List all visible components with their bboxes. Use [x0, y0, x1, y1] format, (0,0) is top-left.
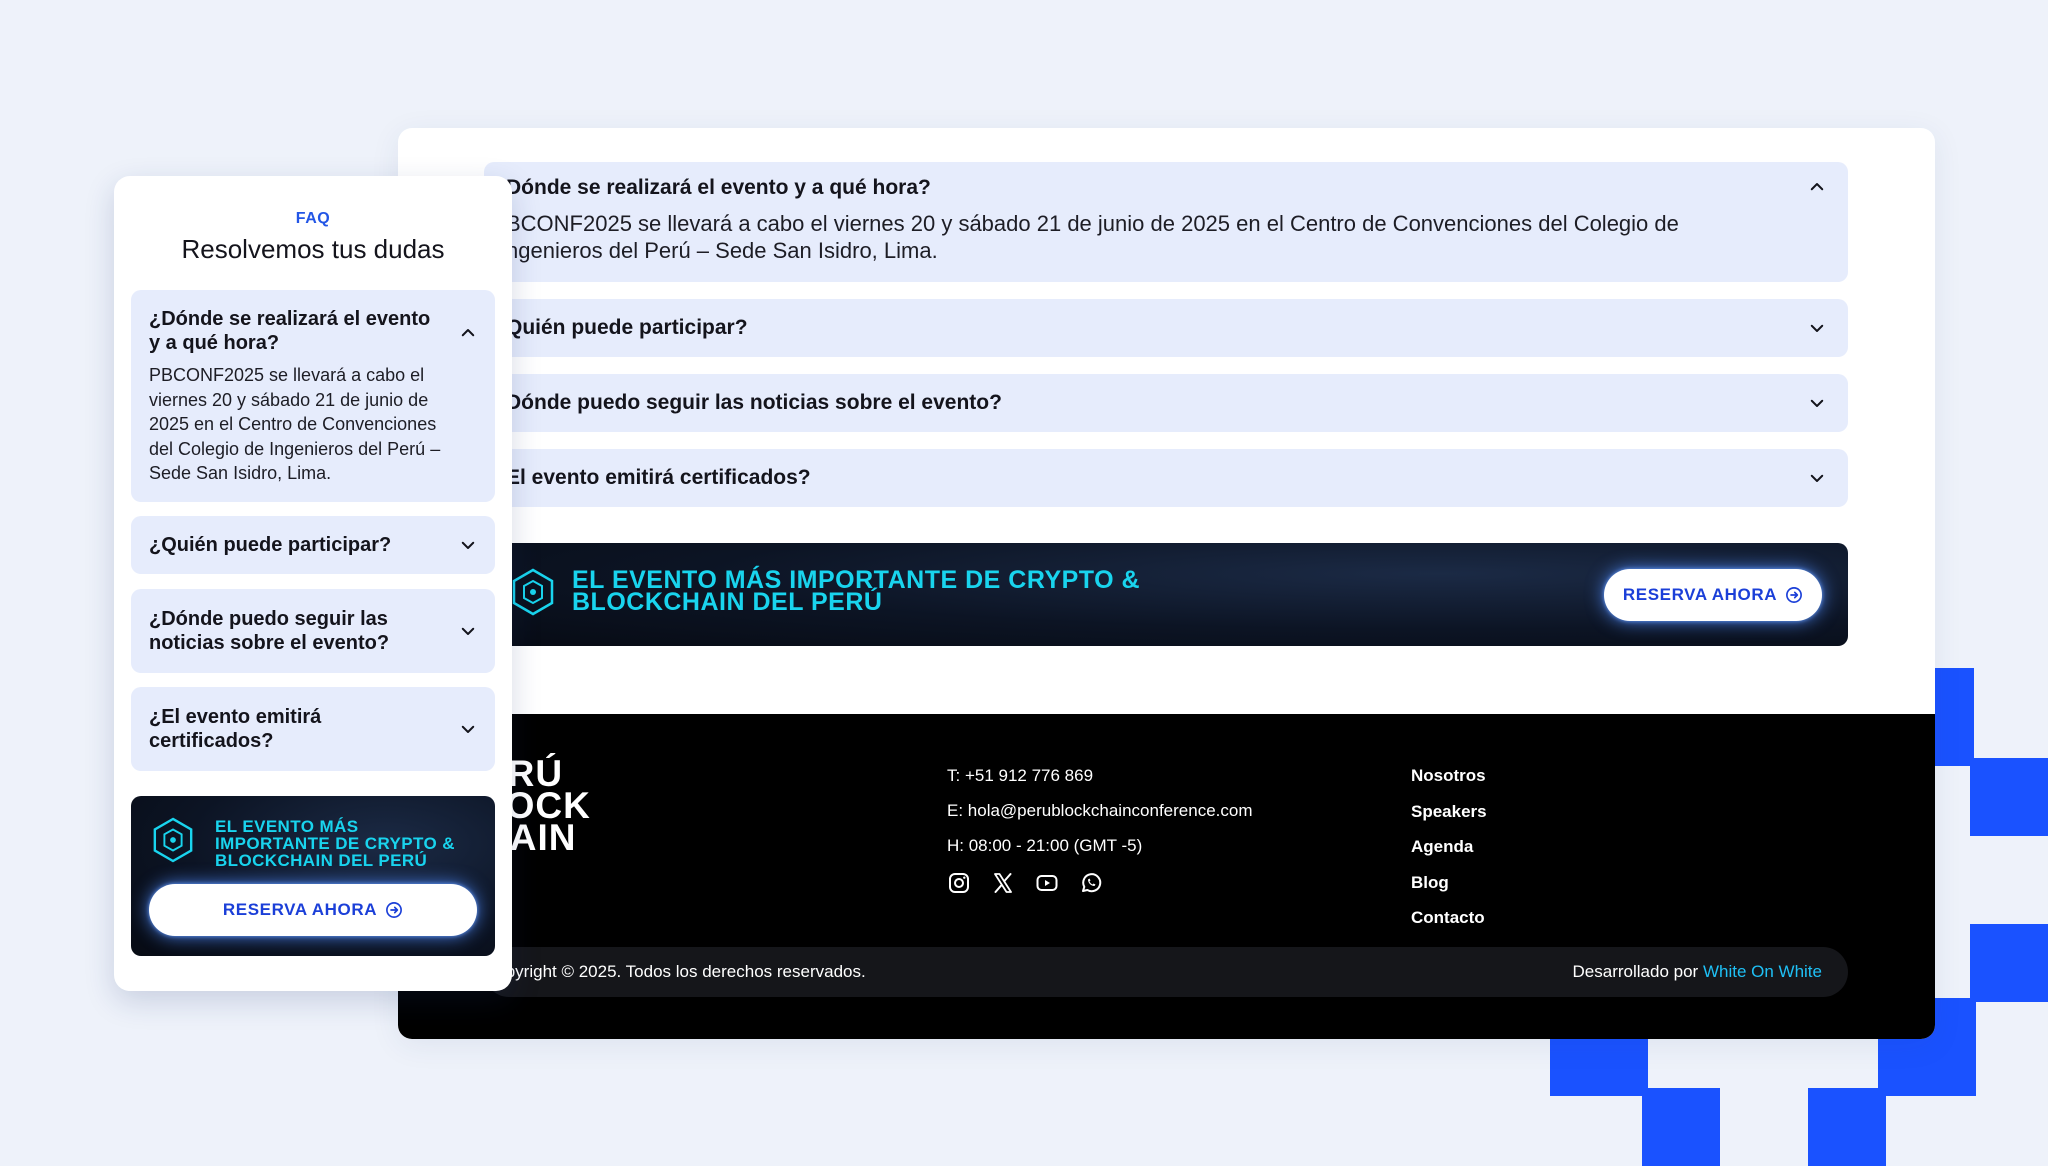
faq-question: Quién puede participar?: [506, 316, 748, 339]
mobile-preview: FAQ Resolvemos tus dudas ¿Dónde se reali…: [114, 176, 512, 991]
footer-link-blog[interactable]: Blog: [1411, 865, 1487, 901]
chevron-down-icon[interactable]: [1808, 469, 1826, 487]
faq-question: El evento emitirá certificados?: [506, 466, 811, 489]
faq-accordion: Dónde se realizará el evento y a qué hor…: [484, 162, 1848, 524]
arrow-circle-right-icon: [386, 902, 403, 918]
decor-pixel-block: [1808, 1088, 1886, 1166]
faq-answer: BCONF2025 se llevará a cabo el viernes 2…: [506, 210, 1778, 264]
chevron-up-icon[interactable]: [459, 324, 477, 342]
faq-answer: PBCONF2025 se llevará a cabo el viernes …: [149, 365, 441, 483]
banner-headline: EL EVENTO MÁS IMPORTANTE DE CRYPTO & BLO…: [572, 568, 1212, 616]
banner-headline-line: BLOCKCHAIN DEL PERÚ: [572, 588, 883, 616]
footer-link-contacto[interactable]: Contacto: [1411, 900, 1487, 936]
decor-pixel-block: [1970, 924, 2048, 1002]
reserve-now-button[interactable]: RESERVA AHORA: [149, 884, 477, 936]
youtube-icon[interactable]: [1035, 871, 1059, 895]
decor-pixel-block: [1970, 758, 2048, 836]
faq-item[interactable]: Dónde puedo seguir las noticias sobre el…: [484, 374, 1848, 432]
banner-headline: EL EVENTO MÁS IMPORTANTE DE CRYPTO & BLO…: [215, 818, 477, 869]
chevron-down-icon[interactable]: [459, 720, 477, 738]
chevron-up-icon[interactable]: [1808, 178, 1826, 196]
faq-item[interactable]: Quién puede participar?: [484, 299, 1848, 357]
footer-nav: Nosotros Speakers Agenda Blog Contacto: [1411, 758, 1487, 936]
contact-hours: H: 08:00 - 21:00 (GMT -5): [947, 836, 1143, 855]
faq-answer-line: ngenieros del Perú – Sede San Isidro, Li…: [506, 238, 938, 263]
contact-phone[interactable]: T: +51 912 776 869: [947, 758, 1253, 793]
instagram-icon[interactable]: [947, 871, 971, 895]
developer-link[interactable]: White On White: [1703, 962, 1822, 981]
reserve-now-label: RESERVA AHORA: [222, 900, 378, 919]
faq-question: Dónde puedo seguir las noticias sobre el…: [506, 391, 1002, 414]
footer-link-agenda[interactable]: Agenda: [1411, 829, 1487, 865]
desktop-preview: Dónde se realizará el evento y a qué hor…: [398, 128, 1935, 1039]
faq-question: ¿Dónde puedo seguir las noticias sobre e…: [149, 608, 390, 654]
developer-credit-prefix: Desarrollado por: [1572, 962, 1699, 981]
banner-headline-line: EL EVENTO MÁS: [215, 817, 359, 836]
section-tag: FAQ: [295, 210, 331, 227]
reserve-now-label: RESERVA AHORA: [1622, 585, 1778, 604]
banner-headline-line: IMPORTANTE DE CRYPTO &: [215, 834, 455, 853]
footer-link-speakers[interactable]: Speakers: [1411, 794, 1487, 830]
x-icon[interactable]: [991, 871, 1015, 895]
arrow-circle-right-icon: [1786, 587, 1803, 603]
decor-pixel-block: [1642, 1088, 1720, 1166]
promo-banner: EL EVENTO MÁS IMPORTANTE DE CRYPTO & BLO…: [131, 796, 495, 956]
site-footer: ERÚ LOCK HAIN T: +51 912 776 869 E: hola…: [398, 714, 1935, 1039]
faq-answer-line: BCONF2025 se llevará a cabo el viernes 2…: [506, 211, 1679, 236]
footer-contact: T: +51 912 776 869 E: hola@perublockchai…: [947, 758, 1253, 895]
faq-item[interactable]: Dónde se realizará el evento y a qué hor…: [484, 162, 1848, 282]
decor-pixel-block: [1934, 668, 1974, 766]
whatsapp-icon[interactable]: [1079, 871, 1103, 895]
contact-email[interactable]: E: hola@perublockchainconference.com: [947, 793, 1253, 828]
faq-item[interactable]: ¿Quién puede participar?: [131, 516, 495, 574]
copyright-bar: Copyright © 2025. Todos los derechos res…: [484, 947, 1848, 997]
faq-item[interactable]: ¿El evento emitirá certificados?: [131, 687, 495, 771]
faq-question: ¿Quién puede participar?: [149, 534, 392, 556]
decor-pixel-block: [1550, 1038, 1648, 1096]
chevron-down-icon[interactable]: [1808, 319, 1826, 337]
hexagon-network-icon: [512, 568, 554, 616]
developer-credit: Desarrollado por White On White: [1573, 962, 1822, 982]
faq-question: Dónde se realizará el evento y a qué hor…: [506, 176, 931, 199]
faq-question: ¿Dónde se realizará el evento y a qué ho…: [149, 308, 431, 354]
reserve-now-button[interactable]: RESERVA AHORA: [1604, 569, 1822, 621]
chevron-down-icon[interactable]: [459, 622, 477, 640]
section-title: Resolvemos tus dudas: [181, 234, 445, 264]
faq-item[interactable]: El evento emitirá certificados?: [484, 449, 1848, 507]
footer-link-nosotros[interactable]: Nosotros: [1411, 758, 1487, 794]
faq-item[interactable]: ¿Dónde se realizará el evento y a qué ho…: [131, 290, 495, 502]
copyright-text: Copyright © 2025. Todos los derechos res…: [484, 962, 866, 981]
faq-item[interactable]: ¿Dónde puedo seguir las noticias sobre e…: [131, 589, 495, 673]
chevron-down-icon[interactable]: [459, 536, 477, 554]
faq-question: ¿El evento emitirá certificados?: [149, 706, 322, 752]
hexagon-network-icon: [153, 817, 193, 863]
chevron-down-icon[interactable]: [1808, 394, 1826, 412]
promo-banner: EL EVENTO MÁS IMPORTANTE DE CRYPTO & BLO…: [484, 543, 1848, 646]
banner-headline-line: BLOCKCHAIN DEL PERÚ: [215, 851, 428, 870]
social-links: [947, 871, 1253, 895]
